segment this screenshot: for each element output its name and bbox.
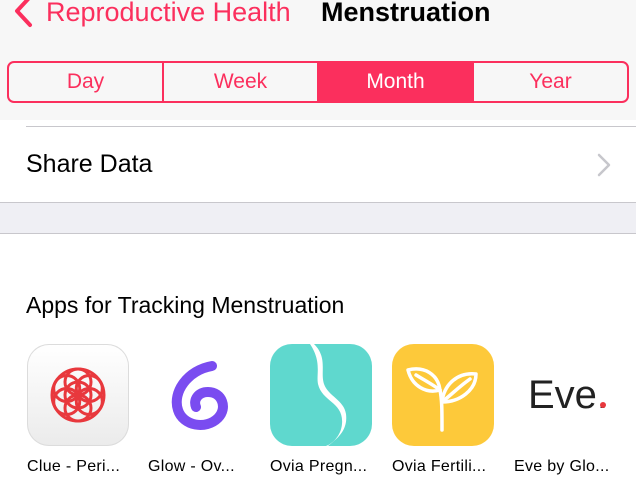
share-data-row[interactable]: Share Data bbox=[0, 128, 636, 202]
section-separator bbox=[0, 202, 636, 203]
app-item-clue[interactable]: Clue - Peri... bbox=[27, 344, 147, 479]
row-divider bbox=[26, 126, 636, 127]
apps-section: Apps for Tracking Menstruation Clue - Pe… bbox=[0, 234, 636, 479]
app-name: Ovia Fertili... bbox=[392, 458, 487, 475]
app-item-ovia-pregnancy[interactable]: Ovia Pregn... bbox=[270, 344, 390, 479]
app-name: Eve by Glo... bbox=[514, 458, 610, 475]
app-item-glow[interactable]: Glow - Ov... bbox=[148, 344, 268, 479]
segment-month[interactable]: Month bbox=[317, 63, 472, 101]
screen: Reproductive Health Menstruation Day Wee… bbox=[0, 0, 636, 479]
time-range-segmented-control: Day Week Month Year bbox=[7, 61, 629, 103]
segment-day[interactable]: Day bbox=[9, 63, 162, 101]
apps-section-heading: Apps for Tracking Menstruation bbox=[26, 292, 345, 318]
chevron-left-icon[interactable] bbox=[8, 0, 42, 28]
ovia-pregnancy-icon bbox=[270, 344, 372, 446]
svg-text:Eve.: Eve. bbox=[528, 373, 608, 417]
back-button[interactable]: Reproductive Health bbox=[46, 0, 291, 30]
chevron-right-icon bbox=[597, 153, 611, 177]
segment-week[interactable]: Week bbox=[162, 63, 317, 101]
app-name: Clue - Peri... bbox=[27, 458, 121, 475]
navigation-bar: Reproductive Health Menstruation Day Wee… bbox=[0, 0, 636, 120]
segment-year[interactable]: Year bbox=[472, 63, 627, 101]
share-data-label: Share Data bbox=[26, 150, 153, 178]
eve-logo-icon: Eve. bbox=[514, 344, 616, 446]
app-item-eve[interactable]: Eve. Eve by Glo... bbox=[514, 344, 634, 479]
share-data-card: Share Data bbox=[0, 120, 636, 202]
page-title: Menstruation bbox=[321, 0, 491, 27]
glow-g-icon bbox=[148, 344, 250, 446]
ovia-fertility-leaf-icon bbox=[392, 344, 494, 446]
app-name: Ovia Pregn... bbox=[270, 458, 368, 475]
clue-flower-icon bbox=[27, 344, 129, 446]
app-name: Glow - Ov... bbox=[148, 458, 235, 475]
app-item-ovia-fertility[interactable]: Ovia Fertili... bbox=[392, 344, 512, 479]
